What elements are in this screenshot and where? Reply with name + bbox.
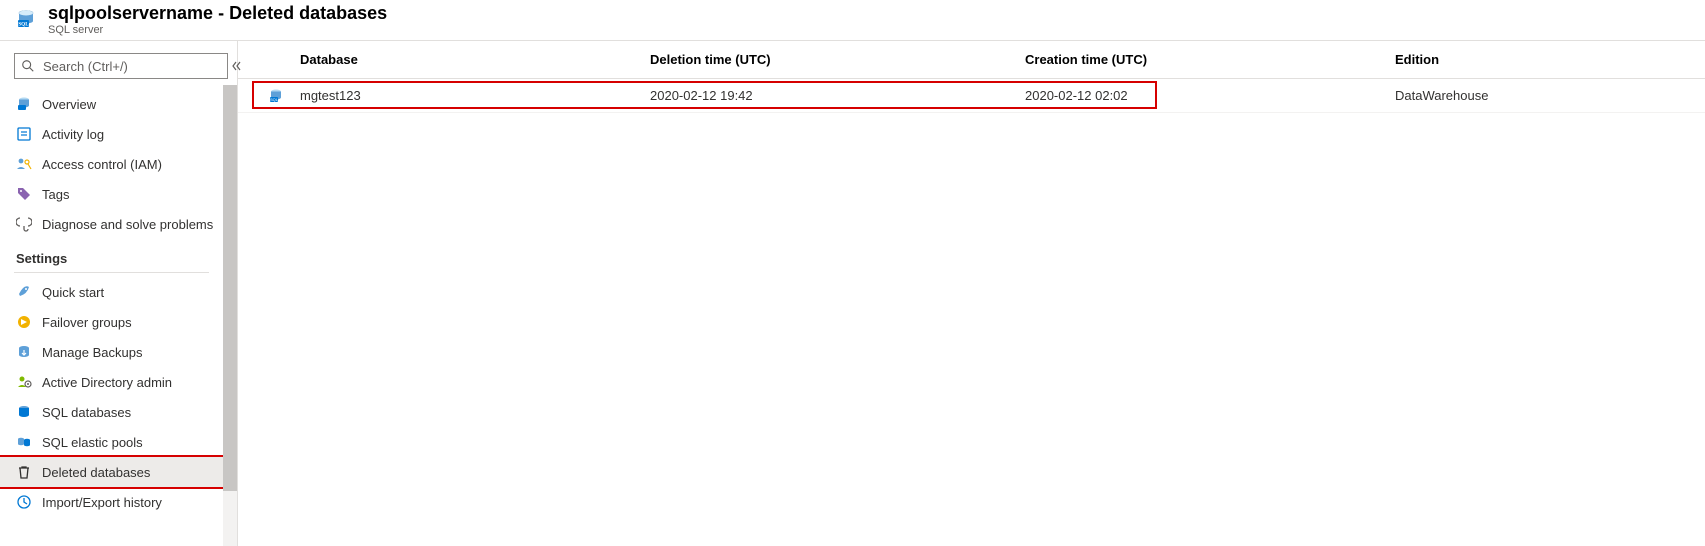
column-header-database[interactable]: Database bbox=[300, 52, 650, 67]
svg-text:SQL: SQL bbox=[270, 97, 279, 102]
main-content: Database Deletion time (UTC) Creation ti… bbox=[238, 41, 1705, 546]
sql-database-icon: SQL bbox=[268, 88, 284, 104]
sidebar-item-sql-elastic-pools[interactable]: SQL elastic pools bbox=[0, 427, 223, 457]
sidebar-item-access-control[interactable]: Access control (IAM) bbox=[0, 149, 223, 179]
sql-server-icon: SQL bbox=[14, 7, 38, 31]
sidebar-item-label: Activity log bbox=[42, 127, 104, 142]
sidebar-item-diagnose[interactable]: Diagnose and solve problems bbox=[0, 209, 223, 239]
sidebar-item-label: Deleted databases bbox=[42, 465, 150, 480]
sidebar: Overview Activity log Access control (IA… bbox=[0, 41, 238, 546]
search-input[interactable] bbox=[41, 58, 221, 75]
sidebar-item-label: SQL databases bbox=[42, 405, 131, 420]
sidebar-scrollbar-track[interactable] bbox=[223, 85, 237, 546]
cell-deletion-time: 2020-02-12 19:42 bbox=[650, 88, 1025, 103]
failover-groups-icon bbox=[16, 314, 32, 330]
svg-text:SQL: SQL bbox=[18, 22, 29, 28]
sidebar-item-activity-log[interactable]: Activity log bbox=[0, 119, 223, 149]
sidebar-item-label: Access control (IAM) bbox=[42, 157, 162, 172]
sidebar-scrollbar-thumb[interactable] bbox=[223, 85, 237, 491]
page-header: SQL sqlpoolservername - Deleted database… bbox=[0, 0, 1705, 41]
sql-server-icon bbox=[16, 96, 32, 112]
cell-edition: DataWarehouse bbox=[1395, 88, 1691, 103]
cell-database: mgtest123 bbox=[300, 88, 650, 103]
sidebar-item-quick-start[interactable]: Quick start bbox=[0, 277, 223, 307]
page-subtitle: SQL server bbox=[48, 24, 387, 36]
search-icon bbox=[21, 59, 35, 73]
column-header-edition[interactable]: Edition bbox=[1395, 52, 1691, 67]
sidebar-item-label: Import/Export history bbox=[42, 495, 162, 510]
sidebar-item-label: Quick start bbox=[42, 285, 104, 300]
search-input-wrapper[interactable] bbox=[14, 53, 228, 79]
sidebar-item-failover-groups[interactable]: Failover groups bbox=[0, 307, 223, 337]
sidebar-item-label: Active Directory admin bbox=[42, 375, 172, 390]
cell-creation-time: 2020-02-12 02:02 bbox=[1025, 88, 1395, 103]
sidebar-item-label: Diagnose and solve problems bbox=[42, 217, 213, 232]
active-directory-admin-icon bbox=[16, 374, 32, 390]
table-header: Database Deletion time (UTC) Creation ti… bbox=[238, 41, 1705, 79]
access-control-icon bbox=[16, 156, 32, 172]
page-title: sqlpoolservername - Deleted databases bbox=[48, 4, 387, 24]
column-header-deletion-time[interactable]: Deletion time (UTC) bbox=[650, 52, 1025, 67]
sidebar-item-label: Failover groups bbox=[42, 315, 132, 330]
sidebar-item-label: Manage Backups bbox=[42, 345, 142, 360]
table-row[interactable]: SQL mgtest123 2020-02-12 19:42 2020-02-1… bbox=[238, 79, 1705, 113]
sidebar-item-sql-databases[interactable]: SQL databases bbox=[0, 397, 223, 427]
sidebar-item-tags[interactable]: Tags bbox=[0, 179, 223, 209]
import-export-history-icon bbox=[16, 494, 32, 510]
sidebar-item-overview[interactable]: Overview bbox=[0, 89, 223, 119]
trash-icon bbox=[16, 464, 32, 480]
sidebar-item-deleted-databases[interactable]: Deleted databases bbox=[0, 457, 223, 487]
sidebar-section-settings: Settings bbox=[0, 239, 223, 270]
diagnose-icon bbox=[16, 216, 32, 232]
sql-databases-icon bbox=[16, 404, 32, 420]
quick-start-icon bbox=[16, 284, 32, 300]
sidebar-item-label: Overview bbox=[42, 97, 96, 112]
tags-icon bbox=[16, 186, 32, 202]
sidebar-item-active-directory-admin[interactable]: Active Directory admin bbox=[0, 367, 223, 397]
column-header-creation-time[interactable]: Creation time (UTC) bbox=[1025, 52, 1395, 67]
sidebar-item-label: Tags bbox=[42, 187, 69, 202]
divider bbox=[14, 272, 209, 273]
manage-backups-icon bbox=[16, 344, 32, 360]
sidebar-item-label: SQL elastic pools bbox=[42, 435, 143, 450]
sql-elastic-pools-icon bbox=[16, 434, 32, 450]
activity-log-icon bbox=[16, 126, 32, 142]
sidebar-item-manage-backups[interactable]: Manage Backups bbox=[0, 337, 223, 367]
sidebar-item-import-export-history[interactable]: Import/Export history bbox=[0, 487, 223, 517]
